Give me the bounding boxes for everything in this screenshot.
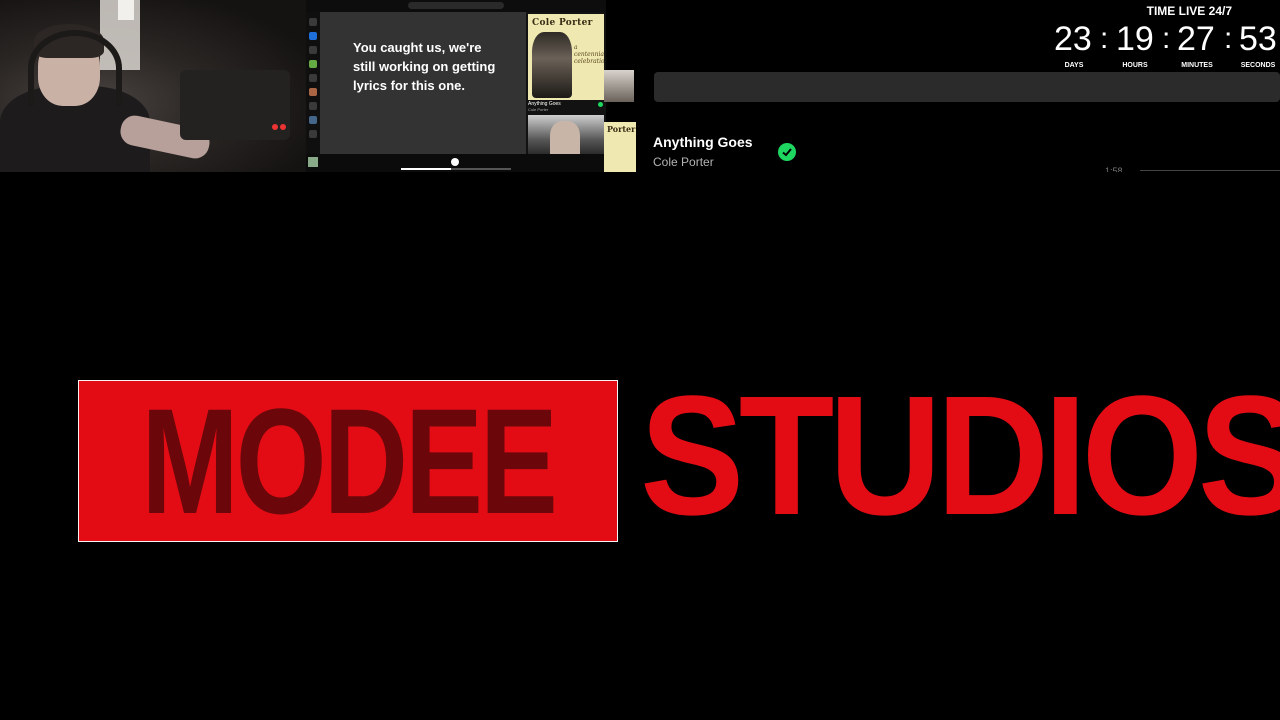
timer-days-label: DAYS <box>1064 62 1084 69</box>
lyrics-unavailable-message: You caught us, we're still working on ge… <box>353 40 496 93</box>
countdown-timer: TIME LIVE 24/7 23 : 19 : 27 : 53 DAYS HO… <box>1052 2 1280 72</box>
time-divider <box>1140 170 1280 171</box>
studio-equipment <box>180 70 290 140</box>
playback-progress-fill <box>401 168 451 170</box>
playlist-icon[interactable] <box>309 88 317 96</box>
timer-hours-label: HOURS <box>1122 62 1148 69</box>
spotify-sidebar <box>306 12 320 157</box>
playlist-icon[interactable] <box>309 130 317 138</box>
timer-hours: 19 <box>1116 20 1154 58</box>
elapsed-time: 1:58 <box>1105 166 1123 172</box>
spotify-window-capture: You caught us, we're still working on ge… <box>306 0 606 172</box>
now-playing-progress-band <box>654 72 1280 102</box>
thumbnail-label: Porter <box>607 124 636 134</box>
logo-studios: STUDIOS <box>640 361 1280 551</box>
mini-track-artist[interactable]: Cole Porter <box>528 107 548 112</box>
timer-separator: : <box>1100 22 1109 55</box>
artist-photo <box>550 121 580 157</box>
headphones-icon <box>28 30 122 106</box>
timer-days: 23 <box>1054 20 1092 58</box>
artist-card[interactable] <box>528 115 604 157</box>
timer-title: TIME LIVE 24/7 <box>1146 4 1232 18</box>
webcam-window-light <box>118 0 134 20</box>
album-art-subtitle: a centennial celebration <box>574 44 604 65</box>
search-input[interactable] <box>408 2 504 9</box>
timer-minutes: 27 <box>1177 20 1215 58</box>
timer-digits: 23 : 19 : 27 : 53 <box>1052 20 1280 60</box>
timer-separator: : <box>1224 22 1233 55</box>
saved-check-icon[interactable] <box>598 102 603 107</box>
equipment-led <box>272 124 278 130</box>
timer-seconds-label: SECONDS <box>1240 62 1276 69</box>
player-bar <box>306 154 606 172</box>
previous-track-thumbnail <box>604 70 634 102</box>
album-art[interactable]: Cole Porter a centennial celebration <box>528 14 604 100</box>
logo-modee-text: MODEE <box>141 380 558 542</box>
spotify-top-bar <box>306 0 606 12</box>
playlist-icon[interactable] <box>309 46 317 54</box>
now-playing-sidebar: Cole Porter a centennial celebration Any… <box>526 12 606 157</box>
webcam-feed <box>0 0 306 172</box>
now-playing-album-thumbnail: Porter <box>604 122 636 172</box>
playlist-icon[interactable] <box>309 74 317 82</box>
lyrics-panel: You caught us, we're still working on ge… <box>320 12 526 154</box>
logo-modee: MODEE <box>78 380 618 542</box>
playlist-icon[interactable] <box>309 102 317 110</box>
playlist-icon[interactable] <box>309 60 317 68</box>
timer-minutes-label: MINUTES <box>1181 62 1213 69</box>
album-art-title: Cole Porter <box>532 18 593 28</box>
playlist-icon[interactable] <box>309 32 317 40</box>
album-art-portrait <box>532 32 572 98</box>
song-artist: Cole Porter <box>653 155 714 169</box>
play-pause-button[interactable] <box>451 158 459 166</box>
home-icon[interactable] <box>309 18 317 26</box>
timer-seconds: 53 <box>1239 20 1277 58</box>
song-title: Anything Goes <box>653 134 753 150</box>
equipment-led <box>280 124 286 130</box>
studio-logo: MODEE STUDIOS <box>0 370 1280 550</box>
timer-separator: : <box>1162 22 1171 55</box>
playback-progress-bar[interactable] <box>401 168 511 170</box>
playlist-icon[interactable] <box>309 116 317 124</box>
saved-check-icon <box>778 143 796 161</box>
player-thumbnail[interactable] <box>308 157 318 167</box>
